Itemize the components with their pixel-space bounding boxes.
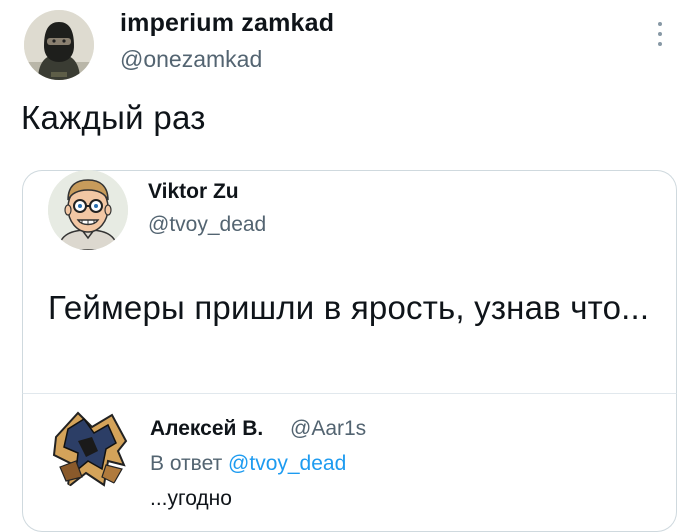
cartoon-face-icon bbox=[48, 170, 128, 250]
quoted-author-avatar[interactable] bbox=[48, 170, 128, 250]
masked-person-icon bbox=[24, 10, 94, 80]
reply-text: ...угодно bbox=[150, 487, 232, 510]
reply-author-handle[interactable]: @Aar1s bbox=[290, 417, 366, 441]
reply-author-avatar[interactable] bbox=[48, 407, 132, 491]
author-name[interactable]: imperium zamkad bbox=[120, 9, 334, 38]
quoted-author-name[interactable]: Viktor Zu bbox=[148, 180, 239, 204]
tweet: imperium zamkad @onezamkad Каждый раз Vi… bbox=[0, 0, 700, 532]
author-avatar[interactable] bbox=[24, 10, 94, 80]
reply-to-handle-link[interactable]: @tvoy_dead bbox=[228, 452, 346, 475]
more-vertical-icon[interactable] bbox=[655, 22, 665, 54]
reply-author-name[interactable]: Алексей В. bbox=[150, 417, 263, 441]
quoted-author-handle[interactable]: @tvoy_dead bbox=[148, 213, 266, 237]
character-art-icon bbox=[48, 407, 132, 491]
tweet-text: Каждый раз bbox=[21, 99, 206, 136]
reply-to-prefix: В ответ bbox=[150, 452, 223, 475]
quoted-tweet-text: Геймеры пришли в ярость, узнав что... bbox=[48, 289, 650, 326]
author-handle[interactable]: @onezamkad bbox=[120, 46, 262, 73]
reply-to-line: В ответ @tvoy_dead bbox=[150, 452, 346, 476]
